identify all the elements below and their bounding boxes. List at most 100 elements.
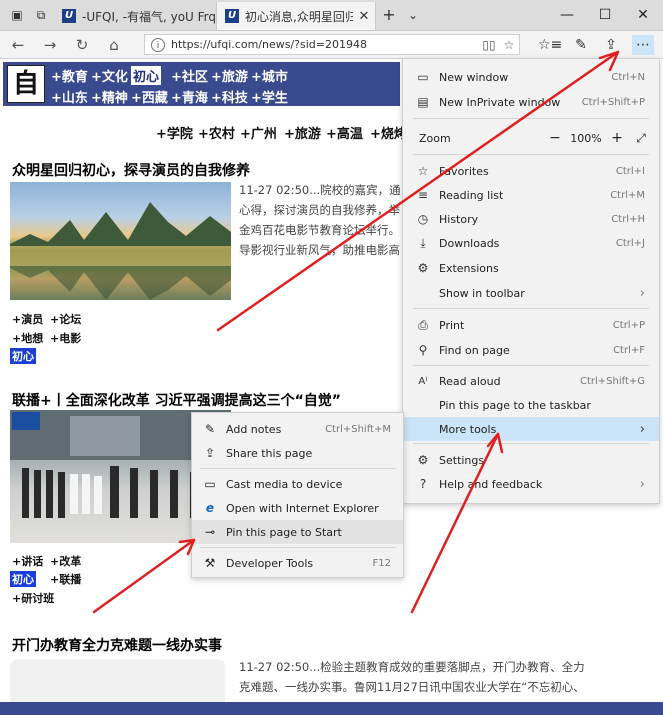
article-image-landscape[interactable] xyxy=(10,182,231,300)
close-button[interactable]: ✕ xyxy=(624,0,662,30)
menu-item-more-tools[interactable]: More tools › xyxy=(403,417,659,441)
menu-item-label: Favorites xyxy=(439,164,489,178)
submenu-item-open-ie[interactable]: e Open with Internet Explorer xyxy=(192,496,403,520)
maximize-button[interactable]: ☐ xyxy=(586,0,624,30)
nav-link[interactable]: +学生 xyxy=(251,87,288,106)
menu-item-reading-list[interactable]: ≡ Reading list Ctrl+M xyxy=(403,183,659,207)
site-logo[interactable]: 自 xyxy=(7,65,45,103)
tag-link-highlighted[interactable]: 初心 xyxy=(10,348,36,364)
menu-item-label: More tools xyxy=(439,422,497,436)
menu-item-read-aloud[interactable]: A⁾ Read aloud Ctrl+Shift+G xyxy=(403,369,659,393)
tag-link[interactable]: +研讨班 xyxy=(12,590,54,606)
settings-more-icon[interactable]: ⋯ xyxy=(632,35,654,55)
menu-shortcut: Ctrl+I xyxy=(615,165,645,177)
nav-link[interactable]: +科技 xyxy=(211,87,248,106)
submenu-item-add-notes[interactable]: ✎ Add notes Ctrl+Shift+M xyxy=(192,417,403,441)
reading-view-icon[interactable]: ▯▯ xyxy=(479,38,499,52)
tag-link[interactable]: +演员 xyxy=(12,311,43,327)
forward-arrow-icon[interactable]: → xyxy=(40,35,60,55)
menu-divider xyxy=(200,468,396,469)
menu-item-history[interactable]: ◷ History Ctrl+H xyxy=(403,207,659,231)
tag-link[interactable]: +地想 xyxy=(12,330,43,346)
tag-link[interactable]: +改革 xyxy=(50,553,81,569)
address-bar: ← → ↻ ⌂ i https://ufqi.com/news/?sid=201… xyxy=(0,31,663,59)
tab-preview-icon[interactable]: ⧉ xyxy=(32,6,50,24)
nav-link[interactable]: +文化 xyxy=(91,66,128,85)
tag-link-highlighted[interactable]: 初心 xyxy=(10,571,36,587)
home-icon[interactable]: ⌂ xyxy=(104,35,124,55)
zoom-level: 100% xyxy=(570,131,602,145)
developer-tools-icon: ⚒ xyxy=(204,556,216,570)
info-icon[interactable]: i xyxy=(151,37,165,52)
refresh-icon[interactable]: ↻ xyxy=(72,35,92,55)
article-title[interactable]: 联播+丨全面深化改革 习近平强调提高这三个“自觉” xyxy=(12,390,341,410)
web-note-pen-icon[interactable]: ✎ xyxy=(570,35,592,55)
minimize-button[interactable]: — xyxy=(548,0,586,30)
article-snippet-line: 11-27 02:50...院校的嘉宾，通过 xyxy=(239,183,401,197)
url-field[interactable]: i https://ufqi.com/news/?sid=201948 ▯▯ ☆ xyxy=(144,34,520,55)
menu-item-label: Share this page xyxy=(226,446,313,460)
favorites-icon: ☆ xyxy=(417,164,429,178)
nav-link[interactable]: +城市 xyxy=(251,66,288,85)
tag-link[interactable]: +讲话 xyxy=(12,553,43,569)
nav-link[interactable]: +教育 xyxy=(51,66,88,85)
menu-item-favorites[interactable]: ☆ Favorites Ctrl+I xyxy=(403,159,659,183)
menu-divider xyxy=(413,308,649,309)
menu-shortcut: Ctrl+Shift+G xyxy=(579,375,645,387)
tag-link[interactable]: +论坛 xyxy=(50,311,81,327)
menu-item-show-in-toolbar[interactable]: Show in toolbar › xyxy=(403,281,659,305)
site-nav-header: 自 +教育 +文化 初心 +社区 +旅游 +城市 +山东 +精神 +西藏 +青海… xyxy=(3,62,400,106)
menu-item-find-on-page[interactable]: ⚲ Find on page Ctrl+F xyxy=(403,338,659,362)
sub-nav-link[interactable]: +高温 xyxy=(326,123,363,142)
zoom-in-icon[interactable]: + xyxy=(607,130,627,146)
nav-link[interactable]: +青海 xyxy=(171,87,208,106)
menu-item-new-window[interactable]: ▭ New window Ctrl+N xyxy=(403,65,659,89)
menu-item-pin-taskbar[interactable]: Pin this page to the taskbar xyxy=(403,393,659,417)
menu-item-downloads[interactable]: ⤓ Downloads Ctrl+J xyxy=(403,231,659,255)
menu-item-help[interactable]: ? Help and feedback › xyxy=(403,472,659,496)
article-snippet-line: 金鸡百花电影节教育论坛举行。 xyxy=(239,223,400,237)
tab-close-icon[interactable]: ✕ xyxy=(353,9,375,24)
inprivate-icon: ▤ xyxy=(417,95,429,109)
nav-link-active[interactable]: 初心 xyxy=(131,66,162,85)
menu-item-label: Extensions xyxy=(439,261,499,275)
fullscreen-icon[interactable]: ⤢ xyxy=(627,131,655,146)
sub-nav-link[interactable]: +广州 xyxy=(240,123,277,142)
nav-link[interactable]: +山东 xyxy=(51,87,88,106)
nav-link[interactable]: +精神 xyxy=(91,87,128,106)
article-title[interactable]: 众明星回归初心，探寻演员的自我修养 xyxy=(12,160,250,180)
tab-actions-icon[interactable]: ▣ xyxy=(8,6,26,24)
submenu-item-cast[interactable]: ▭ Cast media to device xyxy=(192,472,403,496)
ufqi-favicon-icon: U xyxy=(62,9,76,23)
nav-link[interactable]: +西藏 xyxy=(131,87,168,106)
submenu-item-dev-tools[interactable]: ⚒ Developer Tools F12 xyxy=(192,551,403,575)
sub-nav-link[interactable]: +学院 xyxy=(156,123,193,142)
chevron-right-icon: › xyxy=(639,476,645,492)
new-tab-icon[interactable]: + xyxy=(380,6,398,24)
tag-link[interactable]: +电影 xyxy=(50,330,81,346)
tab-ufqi[interactable]: U -UFQI, -有福气, yoU Frqtly C xyxy=(54,2,216,30)
menu-divider xyxy=(413,443,649,444)
favorites-hub-icon[interactable]: ☆≡ xyxy=(538,35,562,55)
menu-item-label: Find on page xyxy=(439,343,510,357)
menu-item-new-inprivate[interactable]: ▤ New InPrivate window Ctrl+Shift+P xyxy=(403,90,659,114)
menu-item-extensions[interactable]: ⚙ Extensions xyxy=(403,256,659,280)
back-arrow-icon[interactable]: ← xyxy=(8,35,28,55)
share-icon[interactable]: ⇪ xyxy=(600,35,622,55)
sub-nav-link[interactable]: +旅游 xyxy=(284,123,321,142)
submenu-item-pin-start[interactable]: ⊸ Pin this page to Start xyxy=(192,520,403,544)
zoom-out-icon[interactable]: − xyxy=(545,130,565,146)
sub-nav-link[interactable]: +农村 xyxy=(198,123,235,142)
nav-link[interactable]: +旅游 xyxy=(211,66,248,85)
nav-link[interactable]: +社区 xyxy=(171,66,208,85)
tag-link[interactable]: +联播 xyxy=(50,571,81,587)
tab-list-chevron-icon[interactable]: ⌄ xyxy=(404,6,422,24)
submenu-item-share[interactable]: ⇪ Share this page xyxy=(192,441,403,465)
tab-news[interactable]: U 初心消息,众明星回归初心 ✕ xyxy=(216,2,376,30)
favorite-star-icon[interactable]: ☆ xyxy=(499,38,519,52)
menu-item-settings[interactable]: ⚙ Settings xyxy=(403,448,659,472)
menu-divider xyxy=(413,118,649,119)
menu-item-print[interactable]: ⎙ Print Ctrl+P xyxy=(403,313,659,337)
menu-item-label: Cast media to device xyxy=(226,477,343,491)
article-title[interactable]: 开门办教育全力克难题一线办实事 xyxy=(12,635,222,655)
